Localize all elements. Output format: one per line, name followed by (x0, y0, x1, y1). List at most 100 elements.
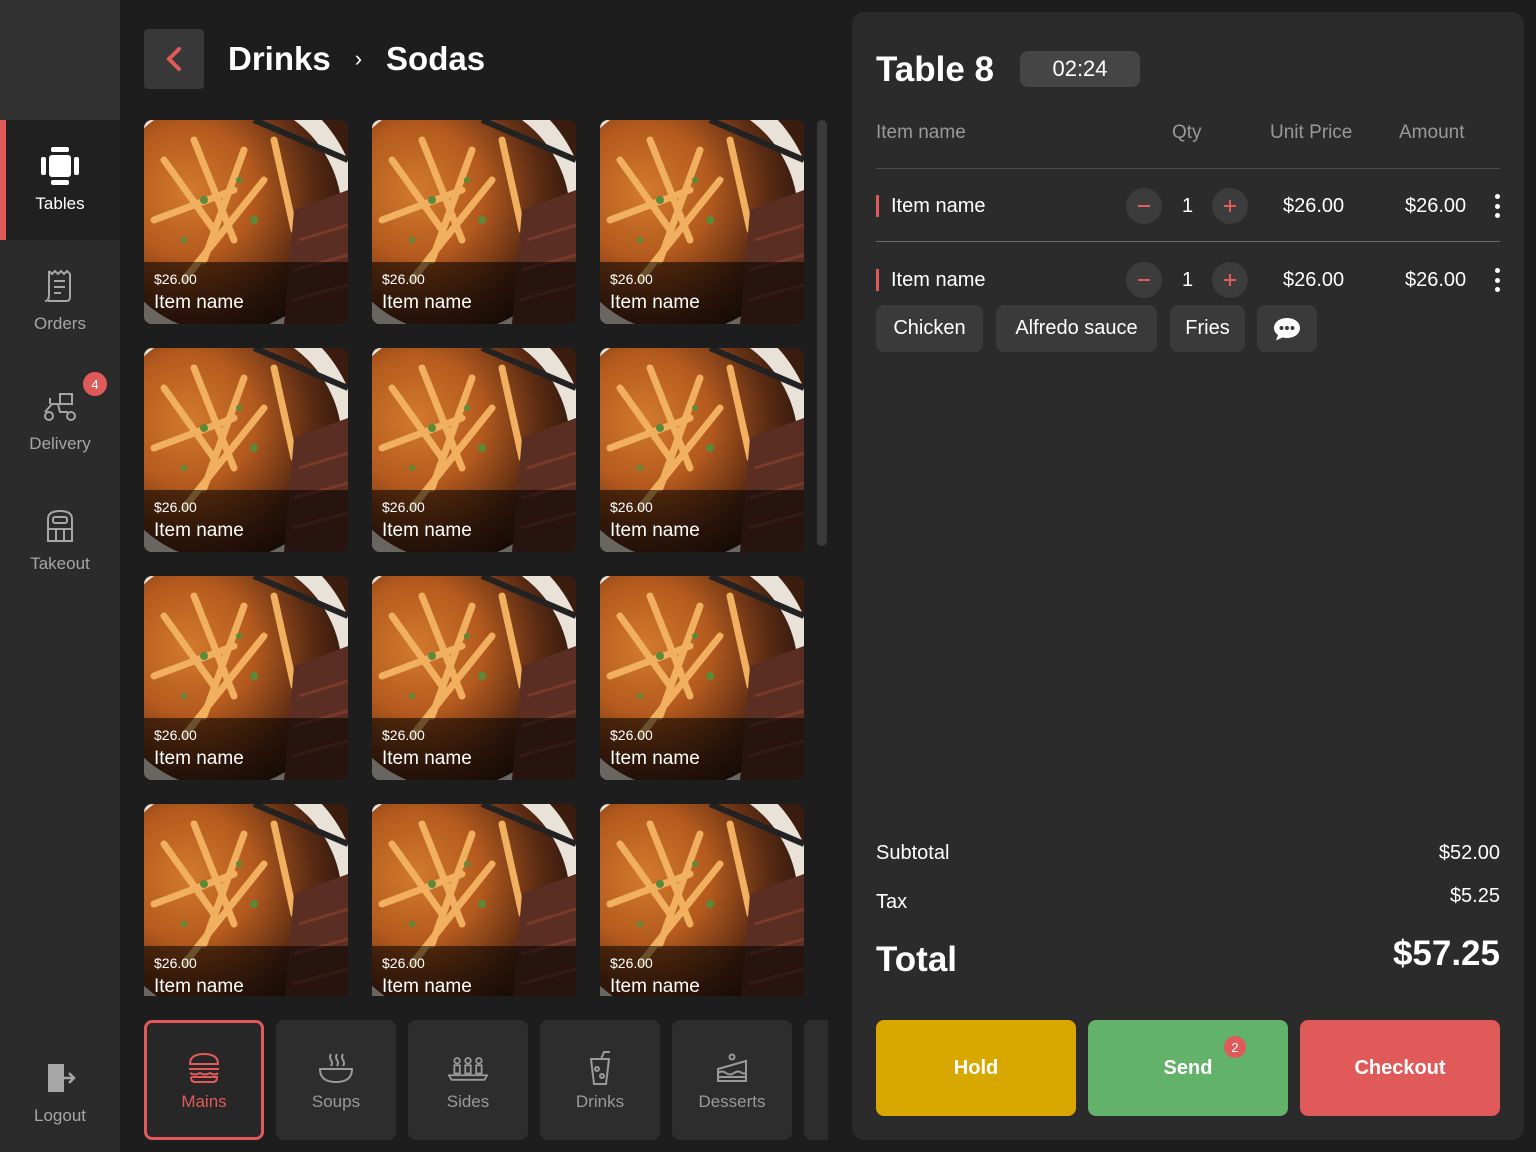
category-mains-label: Mains (181, 1092, 227, 1111)
line-item-name[interactable]: Item name (891, 269, 985, 292)
increase-qty-button[interactable] (1212, 188, 1248, 224)
modifier-chip[interactable]: Chicken (876, 305, 983, 352)
breadcrumb-current: Sodas (386, 40, 486, 77)
nav-orders-label: Orders (34, 314, 86, 333)
menu-item-name: Item name (382, 976, 472, 996)
chevron-left-icon (166, 47, 181, 71)
cake-icon (712, 1048, 752, 1088)
subtotal-value: $52.00 (1438, 842, 1500, 864)
menu-item-price: $26.00 (382, 955, 425, 971)
nav-orders[interactable]: Orders (0, 240, 120, 360)
back-button[interactable] (144, 29, 204, 89)
category-desserts[interactable]: Desserts (672, 1020, 792, 1140)
nav-delivery[interactable]: Delivery 4 (0, 360, 120, 480)
drink-icon (580, 1048, 620, 1088)
decrease-qty-button[interactable] (1126, 188, 1162, 224)
menu-item-name: Item name (382, 748, 472, 769)
hold-button[interactable]: Hold (876, 1020, 1076, 1116)
menu-item-card[interactable]: $26.00 Item name (600, 576, 804, 780)
menu-item-name: Item name (154, 292, 244, 313)
checkout-button[interactable]: Checkout (1300, 1020, 1500, 1116)
orders-icon (40, 266, 80, 306)
category-sides-label: Sides (446, 1092, 490, 1111)
menu-item-card[interactable]: $26.00 Item name (600, 120, 804, 324)
column-qty: Qty (1172, 122, 1202, 143)
menu-item-price: $26.00 (154, 727, 197, 743)
line-qty: 1 (1182, 269, 1194, 291)
plus-icon (1224, 274, 1236, 286)
menu-item-card[interactable]: $26.00 Item name (600, 804, 804, 996)
increase-qty-button[interactable] (1212, 262, 1248, 298)
line-unit-price: $26.00 (1283, 195, 1345, 217)
tax-label: Tax (876, 891, 908, 913)
menu-item-card[interactable]: $26.00 Item name (600, 348, 804, 552)
menu-item-name: Item name (610, 520, 700, 541)
menu-item-card[interactable]: $26.00 Item name (372, 804, 576, 996)
column-unit-price: Unit Price (1270, 122, 1353, 143)
nav-delivery-label: Delivery (29, 434, 91, 453)
total-label: Total (876, 940, 958, 979)
send-label: Send (1163, 1056, 1213, 1079)
send-button[interactable]: Send 2 (1088, 1020, 1288, 1116)
comment-icon (1274, 317, 1300, 340)
category-soups[interactable]: Soups (276, 1020, 396, 1140)
menu-item-price: $26.00 (610, 727, 653, 743)
menu-item-price: $26.00 (610, 955, 653, 971)
line-item-name[interactable]: Item name (891, 195, 985, 218)
menu-item-name: Item name (382, 292, 472, 313)
menu-item-card[interactable]: $26.00 Item name (144, 804, 348, 996)
menu-item-price: $26.00 (154, 499, 197, 515)
modifier-chip[interactable]: Alfredo sauce (996, 305, 1157, 352)
menu-item-card[interactable]: $26.00 Item name (144, 348, 348, 552)
category-mains[interactable]: Mains (144, 1020, 264, 1140)
menu-item-price: $26.00 (382, 727, 425, 743)
line-amount: $26.00 (1405, 269, 1467, 291)
logout-button[interactable]: Logout (0, 1032, 120, 1152)
logo-area (0, 0, 120, 120)
modifier-chip[interactable]: Fries (1170, 305, 1245, 352)
menu-item-card[interactable]: $26.00 Item name (144, 576, 348, 780)
menu-item-price: $26.00 (610, 271, 653, 287)
menu-item-card[interactable]: $26.00 Item name (372, 576, 576, 780)
category-sides[interactable]: Sides (408, 1020, 528, 1140)
column-item-name: Item name (876, 122, 966, 143)
add-note-button[interactable] (1257, 305, 1317, 352)
line-divider (876, 241, 1500, 242)
takeout-icon (40, 506, 80, 546)
header-divider (876, 168, 1500, 169)
logout-label: Logout (34, 1106, 86, 1125)
line-qty: 1 (1182, 195, 1194, 217)
menu-scrollbar[interactable] (817, 120, 827, 546)
minus-icon (1138, 205, 1150, 207)
line-more-icon[interactable] (1491, 268, 1503, 292)
menu-item-name: Item name (610, 976, 700, 996)
logout-icon (40, 1058, 80, 1098)
soup-bowl-icon (316, 1048, 356, 1088)
category-drinks-label: Drinks (575, 1092, 625, 1111)
breadcrumb-parent[interactable]: Drinks (228, 40, 331, 78)
menu-item-name: Item name (154, 748, 244, 769)
order-timer: 02:24 (1020, 51, 1140, 87)
category-soups-label: Soups (311, 1092, 361, 1111)
category-drinks[interactable]: Drinks (540, 1020, 660, 1140)
line-amount: $26.00 (1405, 195, 1467, 217)
menu-item-name: Item name (154, 520, 244, 541)
menu-item-price: $26.00 (610, 499, 653, 515)
menu-item-card[interactable]: $26.00 Item name (144, 120, 348, 324)
nav-tables-label: Tables (35, 194, 85, 213)
menu-item-card[interactable]: $26.00 Item name (372, 120, 576, 324)
menu-grid: $26.00 Item name $26.00 Item name $26.00 Item… (144, 120, 804, 996)
nav-takeout[interactable]: Takeout (0, 480, 120, 600)
breadcrumb-separator: › (354, 46, 363, 71)
line-more-icon[interactable] (1491, 194, 1503, 218)
order-panel: Table 8 02:24 Item name Qty Unit Price A… (852, 12, 1524, 1140)
menu-item-card[interactable]: $26.00 Item name (372, 348, 576, 552)
category-more[interactable] (804, 1020, 828, 1140)
nav-tables[interactable]: Tables (0, 120, 120, 240)
tax-value: $5.25 (1449, 885, 1500, 907)
total-value: $57.25 (1392, 934, 1500, 973)
menu-item-price: $26.00 (154, 271, 197, 287)
subtotal-label: Subtotal (876, 842, 950, 864)
decrease-qty-button[interactable] (1126, 262, 1162, 298)
line-indicator (876, 269, 879, 291)
